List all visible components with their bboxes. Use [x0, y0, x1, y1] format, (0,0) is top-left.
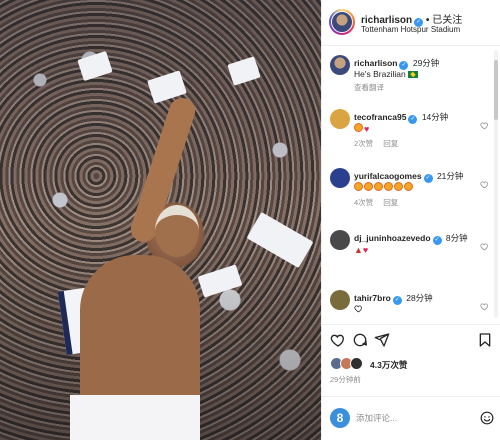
bookmark-icon[interactable] [477, 332, 493, 348]
like-comment-heart-icon[interactable] [480, 302, 489, 311]
heart-emoji-icon: ♥ [364, 124, 370, 134]
liker-avatar [350, 357, 363, 370]
caption-author[interactable]: richarlison [354, 58, 397, 68]
comment-text [354, 304, 363, 314]
reply-button[interactable]: 回复 [383, 139, 398, 148]
player-shorts [70, 395, 200, 440]
comment-input[interactable] [356, 409, 461, 427]
author-avatar[interactable] [329, 9, 355, 35]
comment-text: ♥ [354, 123, 369, 134]
heart-icon[interactable] [330, 332, 346, 348]
smile-emoji-icon [384, 182, 393, 191]
smile-emoji-icon [354, 123, 363, 132]
post-header: richarlison ✓ • 已关注 Tottenham Hotspur Sta… [322, 0, 500, 46]
caption-author-avatar[interactable] [330, 55, 350, 75]
share-icon[interactable] [374, 332, 390, 348]
comment-text [354, 182, 414, 192]
translate-link[interactable]: 查看翻译 [354, 82, 384, 93]
comment-time: 28分钟 [406, 293, 433, 303]
commenter-username[interactable]: tahir7bro [354, 293, 391, 303]
commenter-avatar[interactable] [330, 230, 350, 250]
smile-emoji-icon [404, 182, 413, 191]
comment-likes-count[interactable]: 2次赞 [354, 139, 373, 148]
comment-time: 8分钟 [445, 233, 468, 243]
comment-text: ▲♥ [354, 244, 368, 255]
reply-button[interactable]: 回复 [383, 198, 398, 207]
heart-emoji-icon: ♥ [362, 245, 369, 255]
smile-emoji-icon [394, 182, 403, 191]
smile-emoji-icon [354, 182, 363, 191]
verified-badge-icon: ✓ [408, 115, 418, 124]
comment-time: 21分钟 [436, 171, 464, 181]
like-comment-heart-icon[interactable] [480, 180, 489, 189]
emoji-icon[interactable] [480, 411, 494, 425]
caption-text: He's Brazilian [354, 69, 406, 79]
post-actions [322, 330, 500, 352]
like-comment-heart-icon[interactable] [480, 242, 489, 251]
caption-time: 29分钟 [412, 58, 440, 68]
post-photo[interactable] [0, 0, 321, 440]
comment-likes-count[interactable]: 4次赞 [354, 198, 373, 207]
likes-count[interactable]: 4.3万次赞 [370, 359, 407, 371]
smile-emoji-icon [364, 182, 373, 191]
commenter-avatar[interactable] [330, 168, 350, 188]
post-details-panel: richarlison ✓ • 已关注 Tottenham Hotspur Sta… [321, 0, 500, 440]
divider [322, 396, 500, 397]
commenter-username[interactable]: yurifalcaogomes [354, 171, 422, 181]
comments-list[interactable]: richarlison ✓ 29分钟 He's Brazilian 查看翻译 te… [322, 47, 493, 322]
smile-emoji-icon [374, 182, 383, 191]
heart-emoji-icon [354, 305, 362, 313]
divider [322, 324, 500, 325]
comment-composer: 8 [322, 398, 500, 440]
shoe-emoji-icon: ▲ [354, 245, 363, 255]
comment-icon[interactable] [352, 332, 368, 348]
comments-scrollbar[interactable] [494, 50, 498, 318]
flag-brazil-icon [408, 71, 419, 78]
verified-badge-icon: ✓ [392, 296, 402, 305]
post-location[interactable]: Tottenham Hotspur Stadium [361, 25, 460, 34]
commenter-avatar[interactable] [330, 109, 350, 129]
commenter-username[interactable]: tecofranca95 [354, 112, 406, 122]
scrollbar-thumb[interactable] [494, 60, 498, 120]
like-comment-heart-icon[interactable] [480, 121, 489, 130]
current-user-avatar: 8 [330, 408, 350, 428]
verified-badge-icon: ✓ [423, 174, 433, 183]
likes-summary[interactable]: 4.3万次赞 [330, 356, 500, 372]
verified-badge-icon: ✓ [432, 236, 442, 245]
commenter-avatar[interactable] [330, 290, 350, 310]
post-timestamp: 29分钟前 [330, 375, 361, 384]
comment-time: 14分钟 [421, 112, 449, 122]
commenter-username[interactable]: dj_juninhoazevedo [354, 233, 431, 243]
player-head [155, 205, 199, 257]
